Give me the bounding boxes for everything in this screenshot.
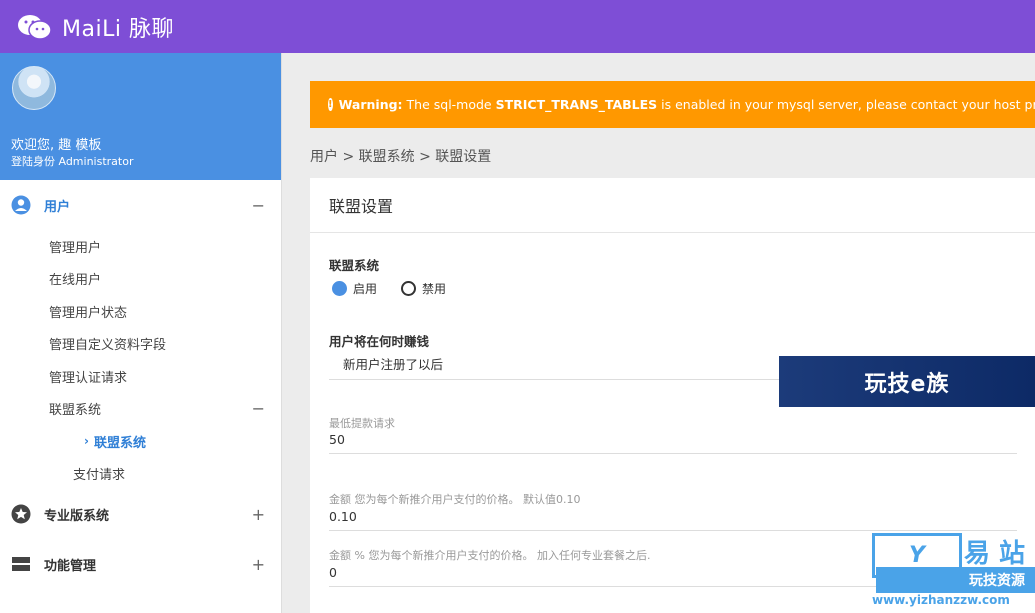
expand-icon[interactable]: + bbox=[252, 505, 265, 524]
sidebar-subitem-payment-requests[interactable]: 支付请求 bbox=[0, 457, 281, 489]
wechat-logo-icon bbox=[16, 12, 54, 42]
amount-label: 金额 您为每个新推介用户支付的价格。 默认值0.10 bbox=[329, 493, 581, 506]
role-text: 登陆身份 Administrator bbox=[11, 155, 134, 168]
watermark-logo: Y 易 站 玩技资源 www.yizhanzzw.com bbox=[872, 533, 1035, 613]
affiliate-system-label: 联盟系统 bbox=[329, 258, 380, 273]
breadcrumb: 用户 > 联盟系统 > 联盟设置 bbox=[310, 149, 492, 165]
warning-prefix: Warning: bbox=[338, 97, 403, 112]
sidebar-item-user-status[interactable]: 管理用户状态 bbox=[0, 295, 281, 328]
avatar[interactable] bbox=[12, 66, 56, 110]
watermark-logo-url: www.yizhanzzw.com bbox=[872, 593, 1010, 607]
warning-banner: ! Warning: The sql-mode STRICT_TRANS_TAB… bbox=[310, 81, 1035, 128]
watermark-logo-big: 易 站 bbox=[964, 539, 1026, 569]
sidebar: 欢迎您, 趣 模板 登陆身份 Administrator 用户 − 管理用户 在… bbox=[0, 53, 282, 613]
warning-text-2: is enabled in your mysql server, please … bbox=[661, 97, 1035, 112]
sidebar-item-label: 联盟系统 bbox=[49, 403, 102, 419]
collapse-icon[interactable]: − bbox=[252, 196, 265, 215]
sidebar-group-label: 专业版系统 bbox=[44, 508, 110, 524]
watermark-banner: 玩技e族 bbox=[779, 356, 1035, 407]
sidebar-group-users[interactable]: 用户 − bbox=[0, 180, 281, 230]
server-icon bbox=[11, 554, 31, 574]
star-icon bbox=[11, 504, 31, 524]
radio-enable-label: 启用 bbox=[353, 282, 378, 296]
radio-unchecked-icon bbox=[401, 281, 417, 296]
warning-text-1: The sql-mode bbox=[402, 97, 496, 112]
expand-icon[interactable]: + bbox=[252, 555, 265, 574]
watermark-logo-res: 玩技资源 bbox=[876, 567, 1035, 593]
radio-checked-icon bbox=[332, 281, 347, 296]
sidebar-subitem-label: 联盟系统 bbox=[93, 435, 146, 451]
top-bar: MaiLi 脉聊 bbox=[0, 0, 1035, 53]
sidebar-group-label: 用户 bbox=[44, 199, 71, 215]
min-withdraw-input[interactable]: 50 bbox=[329, 432, 1017, 454]
collapse-icon[interactable]: − bbox=[252, 399, 265, 418]
sidebar-item-affiliate[interactable]: 联盟系统 − bbox=[0, 393, 281, 426]
percent-label: 金额 % 您为每个新推介用户支付的价格。 加入任何专业套餐之后. bbox=[329, 549, 651, 562]
profile-panel: 欢迎您, 趣 模板 登陆身份 Administrator bbox=[0, 53, 281, 180]
brand-title[interactable]: MaiLi 脉聊 bbox=[62, 11, 174, 43]
exclamation-icon: ! bbox=[328, 98, 333, 111]
radio-disable[interactable]: 禁用 bbox=[401, 280, 446, 297]
sidebar-group-pro[interactable]: 专业版系统 + bbox=[0, 489, 281, 539]
affiliate-radio-group: 启用 禁用 bbox=[332, 280, 470, 297]
user-circle-icon bbox=[11, 195, 31, 215]
sidebar-subitem-affiliate-settings[interactable]: › 联盟系统 bbox=[0, 425, 281, 457]
sidebar-item-verification[interactable]: 管理认证请求 bbox=[0, 360, 281, 393]
sidebar-item-manage-users[interactable]: 管理用户 bbox=[0, 230, 281, 263]
sidebar-nav: 用户 − 管理用户 在线用户 管理用户状态 管理自定义资料字段 管理认证请求 联… bbox=[0, 180, 281, 589]
main-content: ! Warning: The sql-mode STRICT_TRANS_TAB… bbox=[282, 53, 1035, 613]
chevron-right-icon: › bbox=[84, 434, 89, 448]
welcome-text: 欢迎您, 趣 模板 bbox=[11, 138, 102, 153]
sidebar-item-custom-fields[interactable]: 管理自定义资料字段 bbox=[0, 328, 281, 361]
card-title: 联盟设置 bbox=[310, 178, 1035, 233]
warning-mode: STRICT_TRANS_TABLES bbox=[495, 97, 658, 112]
sidebar-item-online-users[interactable]: 在线用户 bbox=[0, 263, 281, 296]
sidebar-group-features[interactable]: 功能管理 + bbox=[0, 539, 281, 589]
min-withdraw-label: 最低提款请求 bbox=[329, 417, 395, 430]
radio-enable[interactable]: 启用 bbox=[332, 280, 377, 297]
radio-disable-label: 禁用 bbox=[422, 282, 447, 296]
amount-input[interactable]: 0.10 bbox=[329, 509, 1017, 531]
sidebar-group-label: 功能管理 bbox=[44, 558, 97, 574]
